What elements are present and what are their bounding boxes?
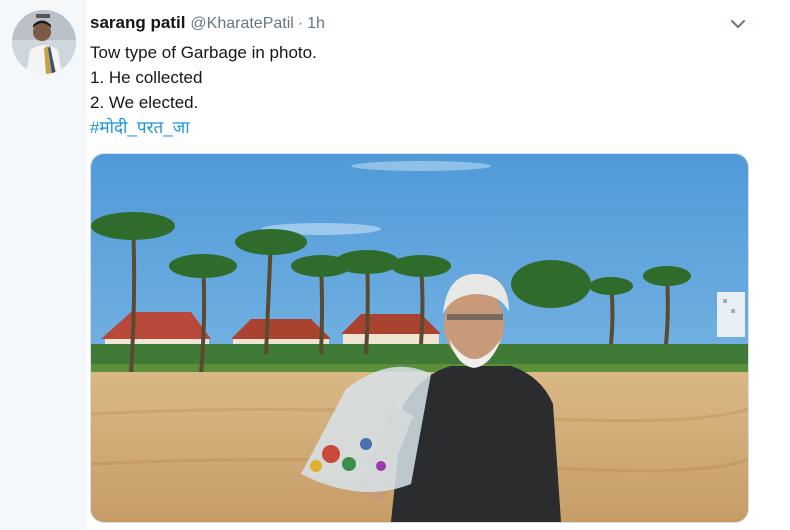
- beach-photo: [91, 154, 748, 522]
- tweet-line: 1. He collected: [90, 68, 203, 87]
- hashtag-link[interactable]: #मोदी_परत_जा: [90, 118, 190, 137]
- meta-separator: ·: [297, 15, 304, 32]
- chevron-down-icon[interactable]: [728, 14, 748, 34]
- tweet-timestamp[interactable]: 1h: [307, 15, 325, 33]
- left-gutter: [0, 0, 86, 530]
- author-handle[interactable]: @KharatePatil: [190, 15, 293, 33]
- author-name[interactable]: sarang patil: [90, 13, 185, 33]
- avatar-photo: [12, 10, 76, 74]
- tweet-line: Tow type of Garbage in photo.: [90, 43, 317, 62]
- tweet-line: 2. We elected.: [90, 93, 199, 112]
- tweet-header: sarang patil @KharatePatil · 1h: [90, 13, 325, 35]
- tweet-text: Tow type of Garbage in photo. 1. He coll…: [90, 40, 730, 140]
- tweet-card[interactable]: sarang patil @KharatePatil · 1h Tow type…: [0, 0, 790, 530]
- avatar[interactable]: [12, 10, 76, 74]
- tweet-media-photo[interactable]: [90, 153, 749, 523]
